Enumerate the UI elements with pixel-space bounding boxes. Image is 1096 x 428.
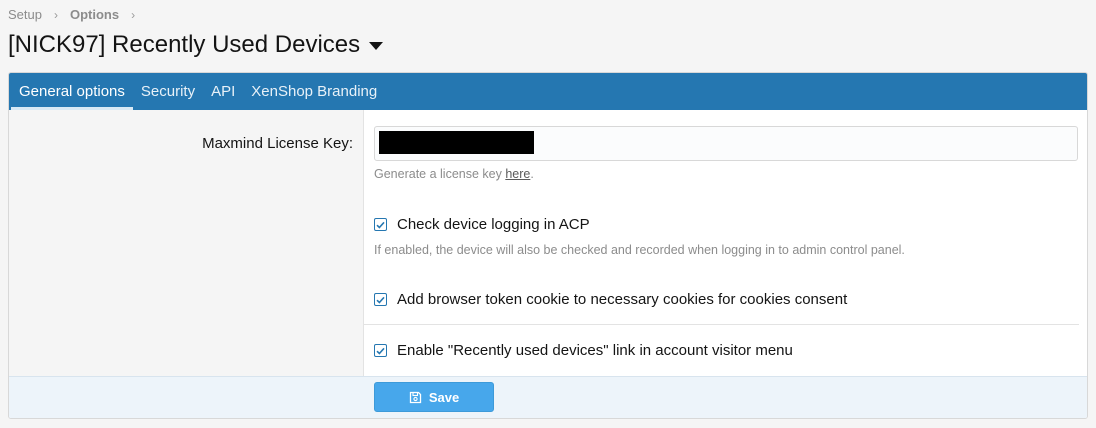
label-column: Maxmind License Key: xyxy=(9,110,364,376)
breadcrumb-options[interactable]: Options xyxy=(70,7,119,22)
checkbox-checked-icon[interactable] xyxy=(374,218,387,231)
option-label: Enable "Recently used devices" link in a… xyxy=(397,342,793,359)
form-body: Maxmind License Key: Generate a license … xyxy=(9,110,1087,376)
redacted-value xyxy=(379,131,534,154)
save-label: Save xyxy=(428,389,460,405)
form-footer: Save xyxy=(9,376,1087,418)
tab-xenshop-branding[interactable]: XenShop Branding xyxy=(243,73,385,110)
license-key-hint: Generate a license key here. xyxy=(374,167,534,181)
tab-security[interactable]: Security xyxy=(133,73,203,110)
divider xyxy=(364,324,1079,325)
license-key-link[interactable]: here xyxy=(505,167,530,181)
tab-bar: General options Security API XenShop Bra… xyxy=(9,73,1087,110)
checkbox-checked-icon[interactable] xyxy=(374,293,387,306)
chevron-right-icon: › xyxy=(53,7,58,22)
breadcrumb-setup[interactable]: Setup xyxy=(8,7,42,22)
license-key-input[interactable] xyxy=(374,126,1078,161)
option-check-device-logging[interactable]: Check device logging in ACP xyxy=(374,216,590,233)
caret-down-icon[interactable] xyxy=(369,42,384,50)
option-browser-token-cookie[interactable]: Add browser token cookie to necessary co… xyxy=(374,291,847,308)
save-icon xyxy=(409,391,421,403)
option-hint: If enabled, the device will also be chec… xyxy=(374,243,905,257)
checkbox-checked-icon[interactable] xyxy=(374,344,387,357)
page-title[interactable]: [NICK97] Recently Used Devices xyxy=(8,31,384,59)
tab-api[interactable]: API xyxy=(203,73,243,110)
option-recently-used-devices-link[interactable]: Enable "Recently used devices" link in a… xyxy=(374,342,793,359)
options-block: General options Security API XenShop Bra… xyxy=(8,72,1088,419)
license-hint-prefix: Generate a license key xyxy=(374,167,506,181)
option-label: Add browser token cookie to necessary co… xyxy=(397,291,848,308)
tab-general-options[interactable]: General options xyxy=(11,73,133,110)
breadcrumb: Setup › Options › xyxy=(8,7,147,22)
license-key-label: Maxmind License Key: xyxy=(202,135,353,152)
license-hint-suffix: . xyxy=(530,167,534,181)
page-title-text: [NICK97] Recently Used Devices xyxy=(8,31,361,58)
option-label: Check device logging in ACP xyxy=(397,216,590,233)
save-button[interactable]: Save xyxy=(374,382,494,412)
chevron-right-icon: › xyxy=(131,7,136,22)
